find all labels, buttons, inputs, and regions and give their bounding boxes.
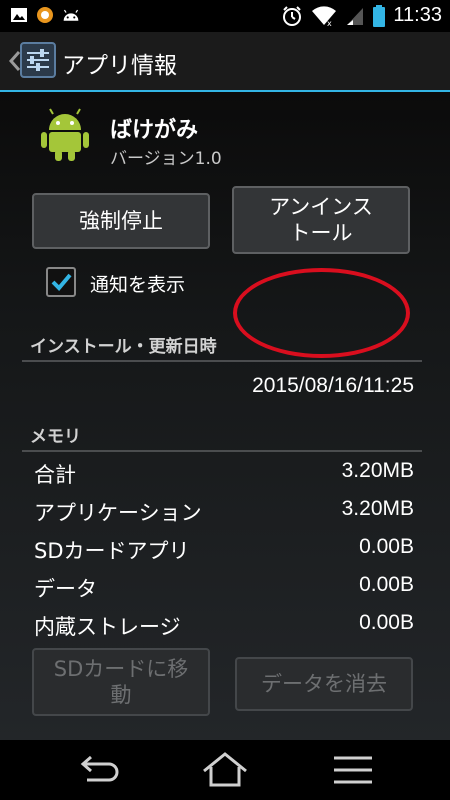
memory-row-label: 内蔵ストレージ <box>34 615 181 639</box>
app-circle-icon <box>37 7 53 23</box>
status-bar: x 11:33 <box>0 0 450 32</box>
memory-row-value: 3.20MB <box>341 459 414 482</box>
move-to-sd-button[interactable]: SDカードに移 動 <box>32 648 210 716</box>
android-app-icon <box>41 108 89 161</box>
status-time: 11:33 <box>393 4 442 26</box>
memory-row: データ 0.00B <box>34 573 414 605</box>
svg-text:x: x <box>327 19 332 27</box>
memory-row: SDカードアプリ 0.00B <box>34 535 414 567</box>
battery-icon <box>373 4 386 27</box>
image-icon <box>11 8 27 22</box>
menu-icon[interactable] <box>328 752 378 788</box>
android-head-icon <box>63 9 79 21</box>
force-stop-button[interactable]: 強制停止 <box>32 193 210 249</box>
wifi-icon: x <box>312 5 337 27</box>
memory-section-title: メモリ <box>30 427 81 447</box>
back-icon[interactable] <box>73 752 123 788</box>
page-title: アプリ情報 <box>62 53 177 79</box>
navigation-bar <box>0 740 450 800</box>
red-circle-annotation <box>233 268 410 358</box>
install-section-title: インストール・更新日時 <box>30 337 217 357</box>
memory-row-value: 0.00B <box>359 535 414 558</box>
app-name: ばけがみ <box>110 118 199 143</box>
uninstall-label-line2: トール <box>289 221 353 245</box>
memory-row: アプリケーション 3.20MB <box>34 497 414 529</box>
show-notification-label: 通知を表示 <box>90 274 186 296</box>
memory-divider <box>22 450 422 452</box>
app-info-content: ばけがみ バージョン1.0 強制停止 アンインス トール 通知を表示 インストー… <box>0 92 450 740</box>
action-bar: アプリ情報 <box>0 32 450 92</box>
force-stop-label: 強制停止 <box>79 208 163 233</box>
memory-row-value: 0.00B <box>359 611 414 634</box>
memory-row: 合計 3.20MB <box>34 459 414 491</box>
show-notification-checkbox[interactable] <box>46 267 76 297</box>
clear-data-button[interactable]: データを消去 <box>235 657 413 711</box>
memory-row-label: 合計 <box>34 463 76 487</box>
install-date: 2015/08/16/11:25 <box>252 374 414 397</box>
memory-row: 内蔵ストレージ 0.00B <box>34 611 414 643</box>
clear-data-label: データを消去 <box>261 671 387 696</box>
checkmark-icon <box>51 273 72 291</box>
memory-row-value: 0.00B <box>359 573 414 596</box>
app-version: バージョン1.0 <box>110 149 222 169</box>
alarm-icon <box>283 5 302 26</box>
status-right-icons: x 11:33 <box>281 4 442 27</box>
uninstall-button[interactable]: アンインス トール <box>232 186 410 254</box>
uninstall-label-line1: アンインス <box>269 194 373 219</box>
home-icon[interactable] <box>200 752 250 788</box>
move-to-sd-label-line2: 動 <box>110 683 132 707</box>
memory-row-value: 3.20MB <box>341 497 414 520</box>
status-left-icons <box>10 6 80 24</box>
install-divider <box>22 360 422 362</box>
move-to-sd-label-line1: SDカードに移 <box>53 656 189 681</box>
signal-icon <box>347 7 364 25</box>
memory-row-label: SDカードアプリ <box>34 539 190 563</box>
settings-app-icon[interactable] <box>20 42 56 78</box>
memory-row-label: データ <box>34 577 97 601</box>
memory-row-label: アプリケーション <box>34 501 202 525</box>
